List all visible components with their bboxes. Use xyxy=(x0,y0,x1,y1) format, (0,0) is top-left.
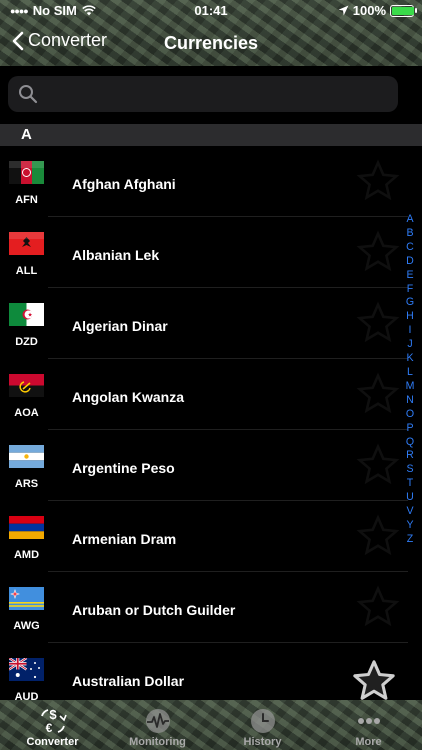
section-header: A xyxy=(0,124,422,146)
tab-more[interactable]: More xyxy=(316,700,421,750)
albania-flag-icon xyxy=(9,232,44,255)
alphabet-index-letter[interactable]: L xyxy=(402,366,418,380)
alphabet-index-letter[interactable]: Q xyxy=(402,436,418,450)
search-bar[interactable] xyxy=(8,76,398,112)
alphabet-index-letter[interactable]: N xyxy=(402,394,418,408)
alphabet-index-letter[interactable]: O xyxy=(402,408,418,422)
favorites-star-icon[interactable] xyxy=(350,658,398,704)
monitoring-icon xyxy=(145,709,170,733)
currency-list[interactable]: AFN Afghan Afghani ALL Albanian Lek DZD … xyxy=(0,146,408,700)
back-label: Converter xyxy=(28,30,108,50)
search-icon xyxy=(19,85,38,104)
alphabet-index-letter[interactable]: Y xyxy=(402,519,418,533)
currency-code: AFN xyxy=(15,194,38,206)
battery-icon xyxy=(390,4,417,17)
alphabet-index-letter[interactable]: Z xyxy=(402,533,418,547)
alphabet-index-letter[interactable]: P xyxy=(402,422,418,436)
alphabet-index-letter[interactable]: C xyxy=(402,241,418,255)
alphabet-index-letter[interactable]: D xyxy=(402,255,418,269)
afghanistan-flag-icon xyxy=(9,161,44,184)
search-input[interactable] xyxy=(38,85,398,103)
alphabet-index-letter[interactable]: J xyxy=(402,338,418,352)
currency-name: Afghan Afghani xyxy=(72,176,176,192)
list-item-awg[interactable]: AWG Aruban or Dutch Guilder xyxy=(0,572,408,643)
chevron-left-icon xyxy=(12,31,24,50)
status-bar: ●●●● No SIM 01:41 100% xyxy=(0,0,422,22)
aruba-flag-icon xyxy=(9,587,44,610)
alphabet-index-letter[interactable]: I xyxy=(402,324,418,338)
currency-name: Armenian Dram xyxy=(72,531,177,547)
navigation-bar: Converter Currencies xyxy=(0,22,422,66)
alphabet-index-letter[interactable]: H xyxy=(402,310,418,324)
currency-code: AOA xyxy=(14,407,39,419)
tab-monitoring[interactable]: Monitoring xyxy=(105,700,210,750)
star-icon[interactable] xyxy=(356,443,400,487)
tab-label: Monitoring xyxy=(129,736,186,748)
tab-label: More xyxy=(355,736,382,748)
alphabet-index-letter[interactable]: K xyxy=(402,352,418,366)
battery-fill xyxy=(392,6,414,15)
currency-name: Australian Dollar xyxy=(72,673,185,689)
alphabet-index-letter[interactable]: S xyxy=(402,463,418,477)
star-icon[interactable] xyxy=(356,372,400,416)
star-icon[interactable] xyxy=(356,585,400,629)
list-item-amd[interactable]: AMD Armenian Dram xyxy=(0,501,408,572)
currency-code: AMD xyxy=(13,549,40,561)
tab-label: Converter xyxy=(26,736,79,748)
tab-bar: $ € Converter Monitoring History More xyxy=(0,700,422,750)
battery-percent: 100% xyxy=(352,3,386,18)
currency-name: Aruban or Dutch Guilder xyxy=(72,602,236,618)
currency-code: ARS xyxy=(14,478,39,490)
alphabet-index-letter[interactable]: T xyxy=(402,477,418,491)
alphabet-index-letter[interactable]: G xyxy=(402,296,418,310)
tab-label: History xyxy=(243,736,282,748)
currency-name: Angolan Kwanza xyxy=(72,389,185,405)
list-item-all[interactable]: ALL Albanian Lek xyxy=(0,217,408,288)
currency-name: Algerian Dinar xyxy=(72,318,168,334)
alphabet-index-letter[interactable]: B xyxy=(402,227,418,241)
tab-history[interactable]: History xyxy=(210,700,315,750)
alphabet-index-letter[interactable]: U xyxy=(402,491,418,505)
status-right: 100% xyxy=(338,3,417,18)
angola-flag-icon xyxy=(9,374,44,397)
alphabet-index[interactable]: ABCDEFGHIJKLMNOPQRSTUVYZ xyxy=(402,213,418,547)
armenia-flag-icon xyxy=(9,516,44,539)
more-icon xyxy=(357,718,380,724)
back-button[interactable]: Converter xyxy=(12,30,107,51)
svg-text:$: $ xyxy=(49,707,57,722)
currency-code: AUD xyxy=(14,691,39,700)
star-icon[interactable] xyxy=(356,514,400,558)
list-item-ars[interactable]: ARS Argentine Peso xyxy=(0,430,408,501)
history-icon xyxy=(250,709,275,733)
alphabet-index-letter[interactable]: M xyxy=(402,380,418,394)
alphabet-index-letter[interactable]: E xyxy=(402,269,418,283)
australia-flag-icon xyxy=(9,658,44,681)
star-icon[interactable] xyxy=(356,301,400,345)
alphabet-index-letter[interactable]: A xyxy=(402,213,418,227)
algeria-flag-icon xyxy=(9,303,44,326)
tab-converter[interactable]: $ € Converter xyxy=(0,700,105,750)
currency-code: AWG xyxy=(13,620,40,632)
list-item-dzd[interactable]: DZD Algerian Dinar xyxy=(0,288,408,359)
converter-icon: $ € xyxy=(40,707,67,735)
alphabet-index-letter[interactable]: R xyxy=(402,449,418,463)
alphabet-index-letter[interactable]: F xyxy=(402,283,418,297)
location-icon xyxy=(338,5,349,16)
star-icon[interactable] xyxy=(356,230,400,274)
alphabet-index-letter[interactable]: V xyxy=(402,505,418,519)
currency-name: Argentine Peso xyxy=(72,460,175,476)
svg-text:€: € xyxy=(45,721,52,735)
search-area xyxy=(0,66,422,124)
argentina-flag-icon xyxy=(9,445,44,468)
list-item-afn[interactable]: AFN Afghan Afghani xyxy=(0,146,408,217)
list-item-aoa[interactable]: AOA Angolan Kwanza xyxy=(0,359,408,430)
currency-code: DZD xyxy=(15,336,38,348)
list-item-aud[interactable]: AUD Australian Dollar xyxy=(0,643,408,700)
star-icon[interactable] xyxy=(356,159,400,203)
currency-name: Albanian Lek xyxy=(72,247,160,263)
currency-code: ALL xyxy=(15,265,38,277)
